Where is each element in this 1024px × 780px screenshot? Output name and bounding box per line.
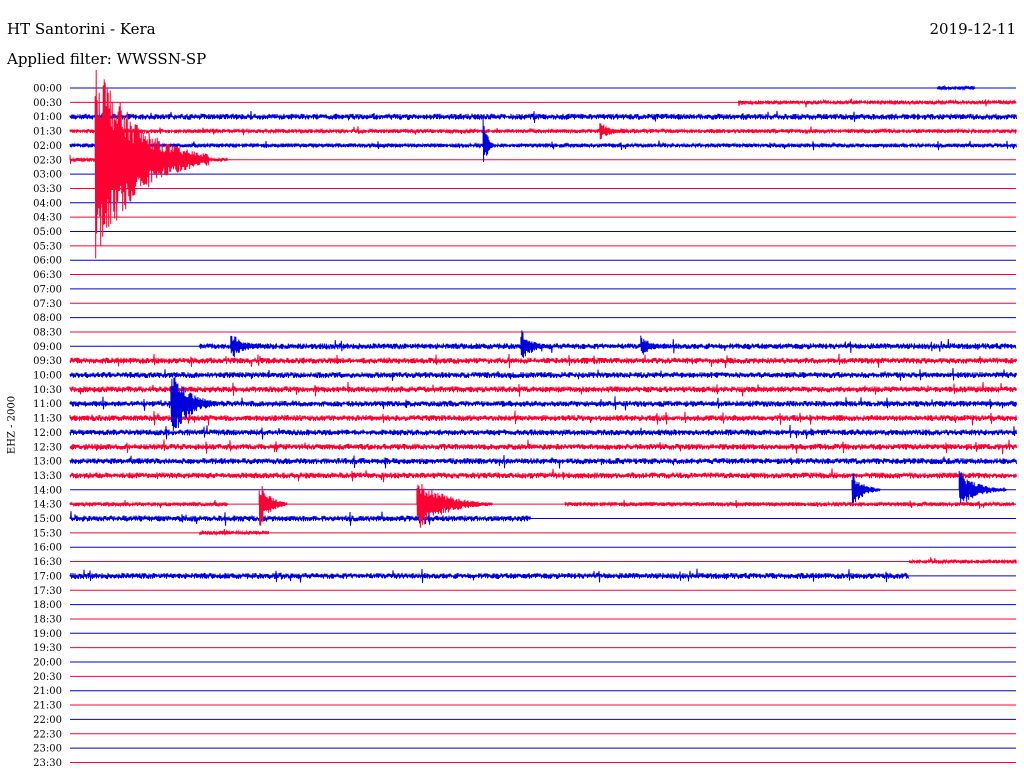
row-time-label: 23:00: [33, 744, 62, 755]
helicorder-plot: 00:00 00:30 01:00 01:30 02:00 02:30 03:00 03:30…: [33, 69, 1017, 769]
row-time-label: 02:00: [33, 141, 62, 152]
trace-segment: [69, 468, 1017, 483]
row-time-label: 08:00: [33, 313, 62, 324]
row-time-label: 10:00: [33, 371, 62, 382]
seismic-event: [599, 123, 629, 140]
seismic-event: [170, 376, 219, 431]
row-time-label: 09:00: [33, 342, 62, 353]
seismic-event: [482, 118, 493, 163]
row-time-label: 09:30: [33, 356, 62, 367]
row-time-label: 08:30: [33, 327, 62, 338]
row-time-label: 14:30: [33, 500, 62, 511]
row-time-label: 07:30: [33, 299, 62, 310]
trace-segment: [69, 126, 1017, 136]
trace-segment: [908, 557, 1017, 565]
row-time-label: 15:00: [33, 514, 62, 525]
trace-segment: [69, 110, 1017, 124]
row-time-label: 05:30: [33, 241, 62, 252]
row-time-label: 23:30: [33, 758, 62, 769]
seismic-event: [640, 335, 670, 355]
row-time-label: 21:30: [33, 701, 62, 712]
row-time-label: 04:30: [33, 213, 62, 224]
row-time-label: 07:00: [33, 284, 62, 295]
row-time-label: 19:00: [33, 629, 62, 640]
trace-segment: [69, 367, 1017, 381]
row-time-label: 18:00: [33, 600, 62, 611]
trace-segment: [936, 84, 976, 91]
trace-segment: [564, 499, 1016, 509]
trace-segment: [69, 499, 228, 509]
seismic-event: [94, 69, 210, 259]
row-time-label: 21:00: [33, 686, 62, 697]
trace-segment: [69, 439, 1017, 455]
trace-segment: [69, 410, 1017, 426]
trace-segment: [69, 140, 1017, 151]
row-time-label: 11:00: [33, 399, 62, 410]
trace-segment: [198, 528, 270, 537]
row-time-label: 03:30: [33, 184, 62, 195]
row-time-label: 14:00: [33, 485, 62, 496]
row-time-label: 00:30: [33, 98, 62, 109]
trace-segment: [198, 338, 1017, 354]
row-time-label: 22:30: [33, 729, 62, 740]
trace-segment: [69, 353, 1017, 369]
row-time-label: 01:30: [33, 127, 62, 138]
row-time-label: 04:00: [33, 198, 62, 209]
row-time-label: 01:00: [33, 112, 62, 123]
row-time-label: 02:30: [33, 155, 62, 166]
trace-segment: [69, 381, 1017, 397]
row-time-label: 06:30: [33, 270, 62, 281]
row-time-label: 12:00: [33, 428, 62, 439]
row-time-label: 05:00: [33, 227, 62, 238]
trace-segment: [738, 98, 1017, 108]
row-time-label: 13:00: [33, 457, 62, 468]
row-time-label: 00:00: [33, 84, 62, 95]
row-time-label: 12:30: [33, 442, 62, 453]
trace-segment: [69, 454, 1017, 469]
row-time-label: 17:30: [33, 586, 62, 597]
row-time-label: 18:30: [33, 614, 62, 625]
row-time-label: 16:00: [33, 543, 62, 554]
row-time-label: 20:00: [33, 658, 62, 669]
row-time-label: 17:00: [33, 571, 62, 582]
row-time-label: 16:30: [33, 557, 62, 568]
row-time-label: 15:30: [33, 528, 62, 539]
seismic-event: [230, 335, 269, 358]
row-time-label: 10:30: [33, 385, 62, 396]
row-time-label: 20:30: [33, 672, 62, 683]
row-time-label: 06:00: [33, 256, 62, 267]
trace-segment: [69, 424, 1017, 440]
row-time-label: 19:30: [33, 643, 62, 654]
row-time-label: 03:00: [33, 170, 62, 181]
row-time-label: 13:30: [33, 471, 62, 482]
trace-segment: [69, 511, 531, 526]
trace-segment: [69, 568, 909, 583]
row-time-label: 11:30: [33, 414, 62, 425]
row-time-label: 22:00: [33, 715, 62, 726]
